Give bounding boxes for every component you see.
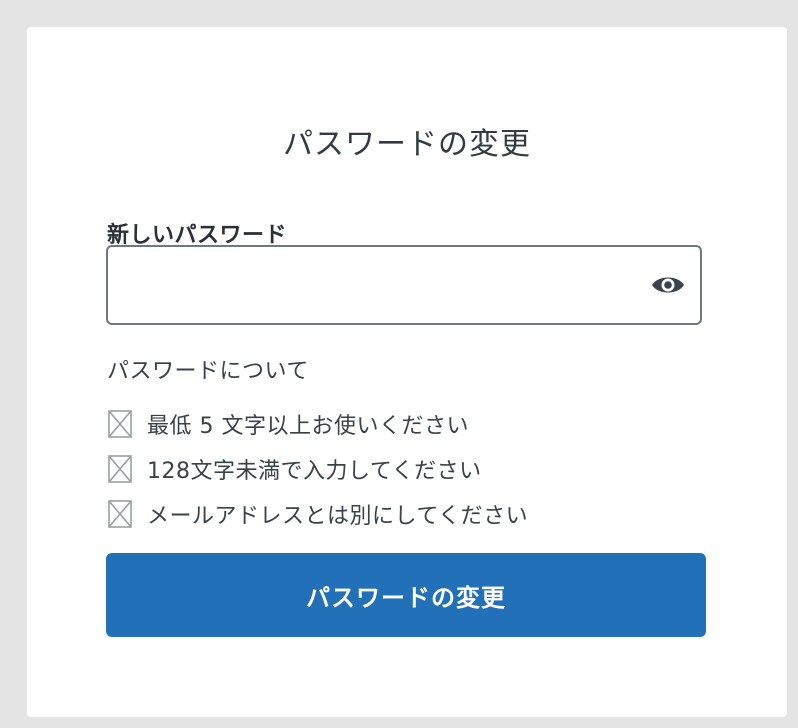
- checkbox-unchecked-icon: [107, 409, 133, 439]
- new-password-field: [106, 245, 702, 325]
- change-password-button[interactable]: パスワードの変更: [106, 553, 706, 637]
- checkbox-unchecked-icon: [107, 499, 133, 529]
- requirements-heading: パスワードについて: [107, 359, 309, 384]
- requirement-text: メールアドレスとは別にしてください: [147, 503, 529, 529]
- requirement-item: 最低 5 文字以上お使いください: [107, 401, 528, 446]
- eye-icon[interactable]: [650, 269, 686, 301]
- outer-frame: パスワードの変更 新しいパスワード パスワードについて 最低 5 文字以上お使い…: [8, 8, 790, 720]
- page-title: パスワードの変更: [283, 127, 531, 162]
- checkbox-unchecked-icon: [107, 454, 133, 484]
- requirement-text: 最低 5 文字以上お使いください: [147, 413, 469, 439]
- requirement-item: メールアドレスとは別にしてください: [107, 491, 528, 536]
- new-password-input[interactable]: [122, 247, 646, 325]
- requirement-item: 128文字未満で入力してください: [107, 446, 528, 491]
- requirements-list: 最低 5 文字以上お使いください 128文字未満で入力してください メールアドレ…: [107, 401, 528, 536]
- password-change-card: パスワードの変更 新しいパスワード パスワードについて 最低 5 文字以上お使い…: [27, 27, 787, 717]
- requirement-text: 128文字未満で入力してください: [147, 458, 482, 484]
